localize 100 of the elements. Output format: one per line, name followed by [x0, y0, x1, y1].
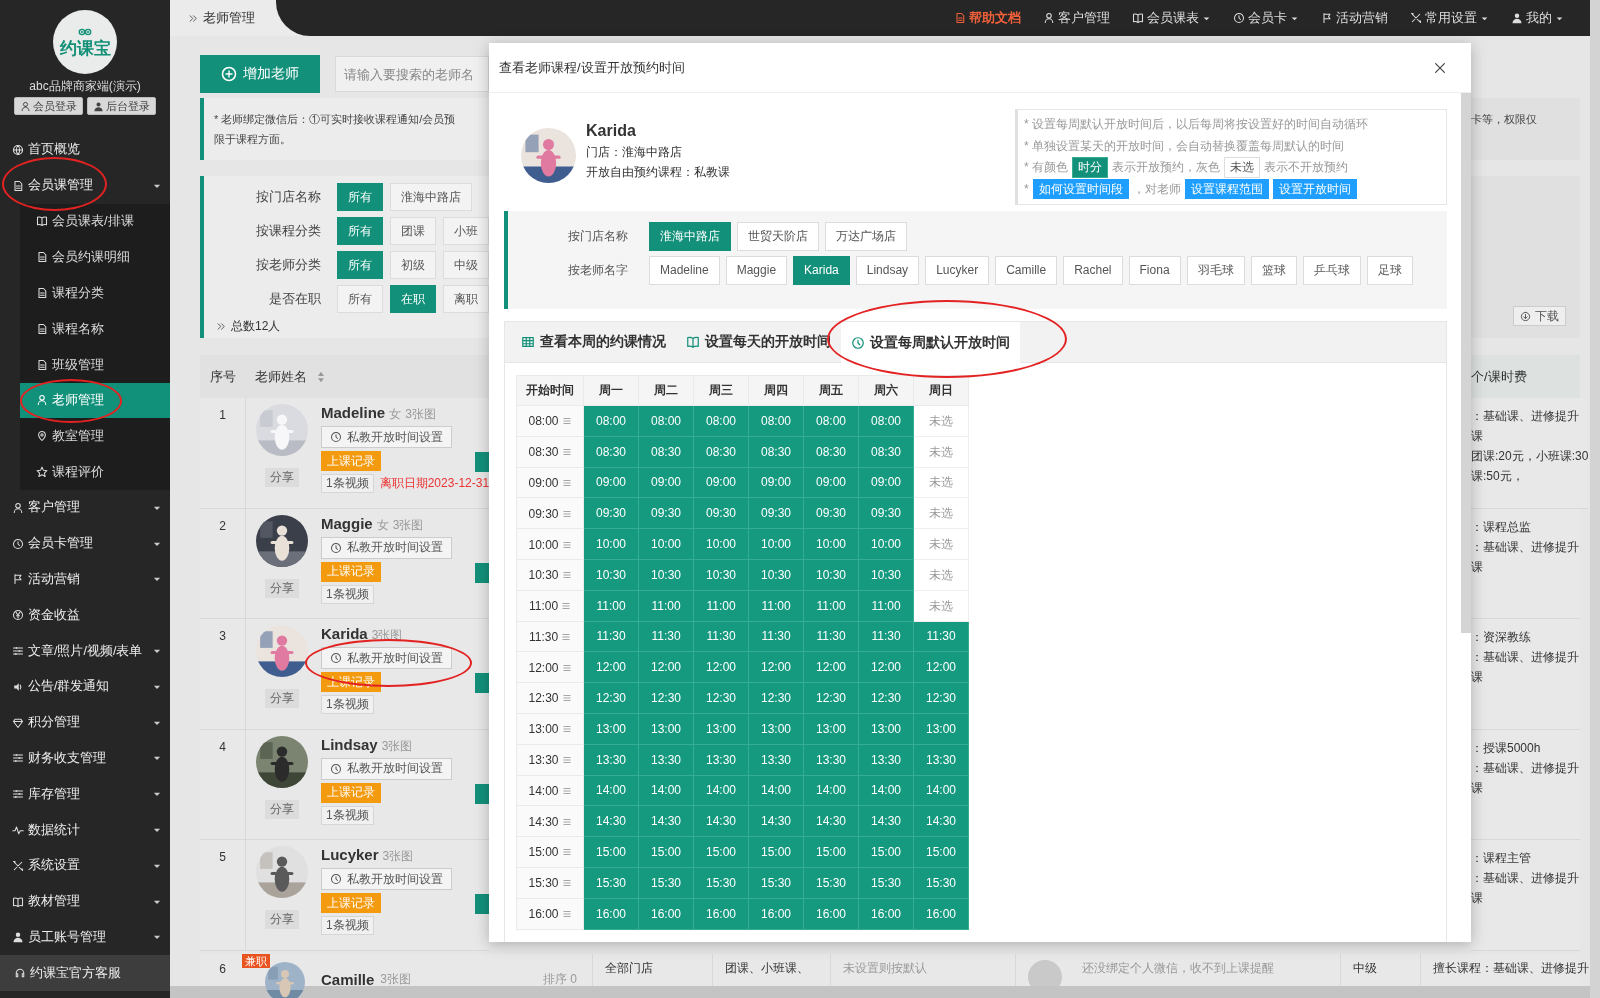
slot-cell[interactable]: 11:00 [858, 590, 914, 622]
time-settings-button[interactable]: 私教开放时间设置 [321, 536, 452, 559]
slot-cell[interactable]: 08:00 [693, 405, 749, 437]
menu-item[interactable]: 系统设置 [0, 847, 170, 884]
slot-cell[interactable]: 08:30 [748, 436, 804, 468]
slot-cell[interactable]: 11:30 [583, 621, 639, 652]
slot-cell[interactable]: 10:00 [693, 528, 749, 560]
slot-cell[interactable]: 12:30 [913, 682, 969, 714]
slot-cell[interactable]: 10:00 [583, 528, 639, 560]
slot-cell[interactable]: 11:30 [748, 621, 804, 652]
slot-cell[interactable]: 08:30 [583, 436, 639, 468]
slot-cell[interactable]: 14:00 [858, 775, 914, 806]
login-button[interactable]: 会员登录 [14, 97, 83, 115]
add-teacher-button[interactable]: 增加老师 [200, 55, 320, 93]
filter-option[interactable]: Madeline [649, 255, 720, 285]
filter-option[interactable]: 所有 [337, 285, 383, 313]
filter-option[interactable]: 所有 [337, 217, 383, 245]
slot-cell[interactable]: 14:00 [638, 775, 694, 806]
slot-cell[interactable]: 13:30 [858, 744, 914, 776]
slot-cell[interactable]: 13:30 [583, 744, 639, 776]
menu-item[interactable]: 首页概览 [0, 132, 170, 168]
slot-cell[interactable]: 10:00 [803, 528, 859, 560]
slot-cell[interactable]: 09:30 [858, 497, 914, 529]
slot-cell[interactable]: 13:00 [913, 713, 969, 745]
slot-cell[interactable]: 14:30 [913, 805, 969, 837]
tab[interactable]: 设置每周默认开放时间 [841, 322, 1020, 363]
share-tag[interactable]: 分享 [265, 578, 299, 598]
slot-cell[interactable]: 09:00 [583, 467, 639, 498]
filter-option[interactable]: Lindsay [855, 255, 920, 285]
menu-item[interactable]: 公告/群发通知 [0, 668, 170, 705]
edit-button[interactable] [475, 783, 489, 804]
slot-cell[interactable]: 10:00 [858, 528, 914, 560]
filter-option[interactable]: 乒乓球 [1302, 255, 1361, 285]
filter-option[interactable]: Lucyker [925, 255, 990, 285]
slot-cell[interactable]: 08:00 [748, 405, 804, 437]
class-record-button[interactable]: 上课记录 [321, 893, 381, 913]
nav-link[interactable]: 帮助文档 [954, 9, 1021, 27]
slot-cell[interactable]: 15:30 [858, 867, 914, 899]
slot-cell[interactable]: 16:00 [693, 898, 749, 930]
filter-option[interactable]: Maggie [725, 255, 788, 285]
video-count[interactable]: 1条视频 [321, 916, 374, 935]
slot-cell[interactable]: 14:00 [748, 775, 804, 806]
slot-cell[interactable]: 15:30 [748, 867, 804, 899]
filter-option[interactable]: Karida [793, 255, 850, 285]
slot-cell[interactable]: 11:00 [748, 590, 804, 622]
slot-cell[interactable]: 13:00 [803, 713, 859, 745]
share-tag[interactable]: 分享 [265, 910, 299, 929]
slot-cell[interactable]: 08:00 [638, 405, 694, 437]
submenu-item[interactable]: 教室管理 [20, 418, 170, 455]
slot-cell[interactable]: 10:30 [583, 559, 639, 591]
menu-item[interactable]: 教材管理 [0, 883, 170, 920]
slot-cell[interactable]: 未选 [913, 436, 969, 468]
slot-cell[interactable]: 10:30 [858, 559, 914, 591]
filter-option[interactable]: 淮海中路店 [649, 221, 731, 251]
hint-button[interactable]: 设置开放时间 [1272, 179, 1357, 200]
filter-option[interactable]: 足球 [1366, 255, 1413, 285]
slot-cell[interactable]: 09:00 [748, 467, 804, 498]
filter-option[interactable]: 万达广场店 [825, 221, 907, 251]
slot-cell[interactable]: 15:00 [693, 836, 749, 868]
filter-option[interactable]: Fiona [1128, 255, 1181, 285]
search-field[interactable]: 请输入要搜索的老师名 [335, 56, 489, 92]
filter-option[interactable]: Camille [995, 255, 1058, 285]
filter-option[interactable]: 所有 [337, 251, 383, 279]
slot-cell[interactable]: 08:30 [693, 436, 749, 468]
slot-cell[interactable]: 09:00 [803, 467, 859, 498]
menu-item[interactable]: 活动营销 [0, 561, 170, 598]
menu-item[interactable]: 文章/照片/视频/表单 [0, 633, 170, 669]
filter-option[interactable]: 初级 [390, 251, 436, 279]
filter-option[interactable]: 离职 [443, 285, 489, 313]
nav-link[interactable]: 活动营销 [1321, 9, 1388, 27]
slot-cell[interactable]: 16:00 [858, 898, 914, 930]
slot-cell[interactable]: 14:30 [803, 805, 859, 837]
slot-cell[interactable]: 09:00 [858, 467, 914, 498]
slot-cell[interactable]: 12:30 [693, 682, 749, 714]
hint-button[interactable]: 如何设置时间段 [1032, 179, 1129, 200]
nav-link[interactable]: 常用设置 [1410, 9, 1489, 27]
menu-item[interactable]: 资金收益 [0, 597, 170, 634]
slot-cell[interactable]: 12:00 [693, 651, 749, 683]
slot-cell[interactable]: 10:00 [638, 528, 694, 560]
slot-cell[interactable]: 11:00 [583, 590, 639, 622]
slot-cell[interactable]: 14:00 [913, 775, 969, 806]
slot-cell[interactable]: 08:00 [583, 405, 639, 437]
slot-cell[interactable]: 16:00 [913, 898, 969, 930]
slot-cell[interactable]: 15:30 [803, 867, 859, 899]
slot-cell[interactable]: 10:00 [748, 528, 804, 560]
share-tag[interactable]: 分享 [265, 689, 299, 708]
slot-cell[interactable]: 08:30 [858, 436, 914, 468]
slot-cell[interactable]: 14:00 [583, 775, 639, 806]
slot-cell[interactable]: 13:00 [583, 713, 639, 745]
nav-link[interactable]: 客户管理 [1043, 9, 1110, 27]
video-count[interactable]: 1条视频 [321, 695, 374, 714]
slot-cell[interactable]: 08:00 [858, 405, 914, 437]
slot-cell[interactable]: 13:30 [638, 744, 694, 776]
column-header[interactable]: 老师姓名 [255, 367, 307, 386]
class-record-button[interactable]: 上课记录 [321, 451, 381, 471]
time-settings-button[interactable]: 私教开放时间设置 [321, 757, 452, 780]
filter-option[interactable]: 小班 [443, 217, 489, 245]
slot-cell[interactable]: 未选 [913, 528, 969, 560]
menu-item[interactable]: 员工账号管理 [0, 919, 170, 956]
slot-cell[interactable]: 09:30 [638, 497, 694, 529]
